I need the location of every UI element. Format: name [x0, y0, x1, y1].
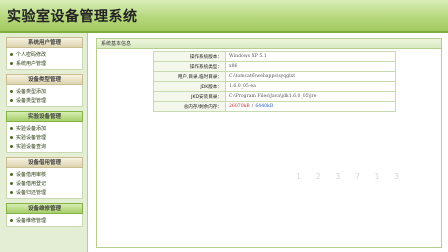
bullet-icon [10, 182, 13, 185]
menu-group-header[interactable]: 设备类型管理 [6, 74, 83, 85]
info-value: 1.6.0_05-ea [225, 81, 396, 92]
memory-value: 26070kB/6440kB [225, 101, 396, 112]
menu-item-label: 系统用户管理 [16, 61, 47, 67]
info-key: 操作系统版本： [153, 51, 226, 62]
menu-group: 实验设备管理 实验设备添加 实验设备管理 实验设备查询 [6, 111, 83, 153]
menu-item-label: 设备借用登记 [16, 181, 47, 187]
bullet-icon [10, 62, 13, 65]
main-panel: 系统基本信息 操作系统版本： Windows XP 5.1 操作系统类型： x86 用户… [96, 38, 442, 248]
sidebar-menu-item[interactable]: 实验设备添加 [7, 124, 82, 133]
menu-group: 设备类型管理 设备类型添加 设备类型管理 [6, 74, 83, 107]
bullet-icon [10, 145, 13, 148]
menu-group-header[interactable]: 系统用户管理 [6, 37, 83, 48]
menu-group-header[interactable]: 设备维修管理 [6, 203, 83, 214]
bullet-icon [10, 191, 13, 194]
bullet-icon [10, 136, 13, 139]
menu-item-label: 设备借用审核 [16, 172, 47, 178]
table-row: 总内存/剩余内存： 26070kB/6440kB [153, 101, 396, 112]
menu-item-label: 设备维修管理 [16, 218, 47, 224]
menu-group: 系统用户管理 个人密码修改 系统用户管理 [6, 37, 83, 70]
info-key: 操作系统类型： [153, 61, 226, 72]
info-value: x86 [225, 61, 396, 72]
info-value: C:\Program Files\Java\jdk1.6.0_05\jre [225, 91, 396, 102]
app-header: 实验室设备管理系统 [0, 0, 448, 33]
bullet-icon [10, 53, 13, 56]
menu-item-label: 设备类型管理 [16, 98, 47, 104]
menu-item-label: 实验设备查询 [16, 144, 47, 150]
menu-group-body: 个人密码修改 系统用户管理 [6, 48, 83, 70]
menu-item-label: 实验设备添加 [16, 126, 47, 132]
sidebar-menu-item[interactable]: 实验设备管理 [7, 133, 82, 142]
menu-group-body: 设备类型添加 设备类型管理 [6, 85, 83, 107]
menu-group-header[interactable]: 实验设备管理 [6, 111, 83, 122]
info-value: Windows XP 5.1 [225, 51, 396, 62]
bullet-icon [10, 90, 13, 93]
sidebar-menu-item[interactable]: 实验设备查询 [7, 142, 82, 151]
watermark: 1 2 3 7 1 3 [296, 172, 406, 181]
table-row: JDK版本： 1.6.0_05-ea [153, 81, 396, 92]
bullet-icon [10, 127, 13, 130]
sidebar: 系统用户管理 个人密码修改 系统用户管理 设备类型管理 设备类型添加 设备类型管理 实验设备… [0, 33, 88, 252]
bullet-icon [10, 99, 13, 102]
sidebar-menu-item[interactable]: 设备借用审核 [7, 170, 82, 179]
sidebar-menu-item[interactable]: 设备维修管理 [7, 216, 82, 225]
panel-title: 系统基本信息 [97, 39, 441, 49]
info-value: C:\tomcat6\webapps\syqglxt [225, 71, 396, 82]
app-title: 实验室设备管理系统 [7, 9, 138, 25]
bullet-icon [10, 173, 13, 176]
info-key: 用户,目录,临时目录： [153, 71, 226, 82]
menu-group-header[interactable]: 设备借用管理 [6, 157, 83, 168]
bullet-icon [10, 219, 13, 222]
memory-total: 6440kB [255, 104, 274, 109]
info-key: 总内存/剩余内存： [153, 101, 226, 112]
info-key: JKD安装目录： [153, 91, 226, 102]
menu-group: 设备维修管理 设备维修管理 [6, 203, 83, 227]
info-key: JDK版本： [153, 81, 226, 92]
system-info-table: 操作系统版本： Windows XP 5.1 操作系统类型： x86 用户,目录,临时目… [153, 51, 396, 112]
memory-used: 26070kB [229, 104, 250, 109]
menu-item-label: 实验设备管理 [16, 135, 47, 141]
sidebar-menu-item[interactable]: 个人密码修改 [7, 50, 82, 59]
sidebar-menu-item[interactable]: 设备类型管理 [7, 96, 82, 105]
menu-item-label: 个人密码修改 [16, 52, 47, 58]
table-row: 操作系统版本： Windows XP 5.1 [153, 51, 396, 62]
table-row: 操作系统类型： x86 [153, 61, 396, 72]
menu-group: 设备借用管理 设备借用审核 设备借用登记 设备归还管理 [6, 157, 83, 199]
table-row: 用户,目录,临时目录： C:\tomcat6\webapps\syqglxt [153, 71, 396, 82]
sidebar-menu-item[interactable]: 设备类型添加 [7, 87, 82, 96]
sidebar-menu-item[interactable]: 设备借用登记 [7, 179, 82, 188]
table-row: JKD安装目录： C:\Program Files\Java\jdk1.6.0_0… [153, 91, 396, 102]
menu-item-label: 设备类型添加 [16, 89, 47, 95]
menu-group-body: 实验设备添加 实验设备管理 实验设备查询 [6, 122, 83, 153]
menu-group-body: 设备维修管理 [6, 214, 83, 227]
menu-group-body: 设备借用审核 设备借用登记 设备归还管理 [6, 168, 83, 199]
sidebar-menu-item[interactable]: 系统用户管理 [7, 59, 82, 68]
menu-item-label: 设备归还管理 [16, 190, 47, 196]
sidebar-menu-item[interactable]: 设备归还管理 [7, 188, 82, 197]
